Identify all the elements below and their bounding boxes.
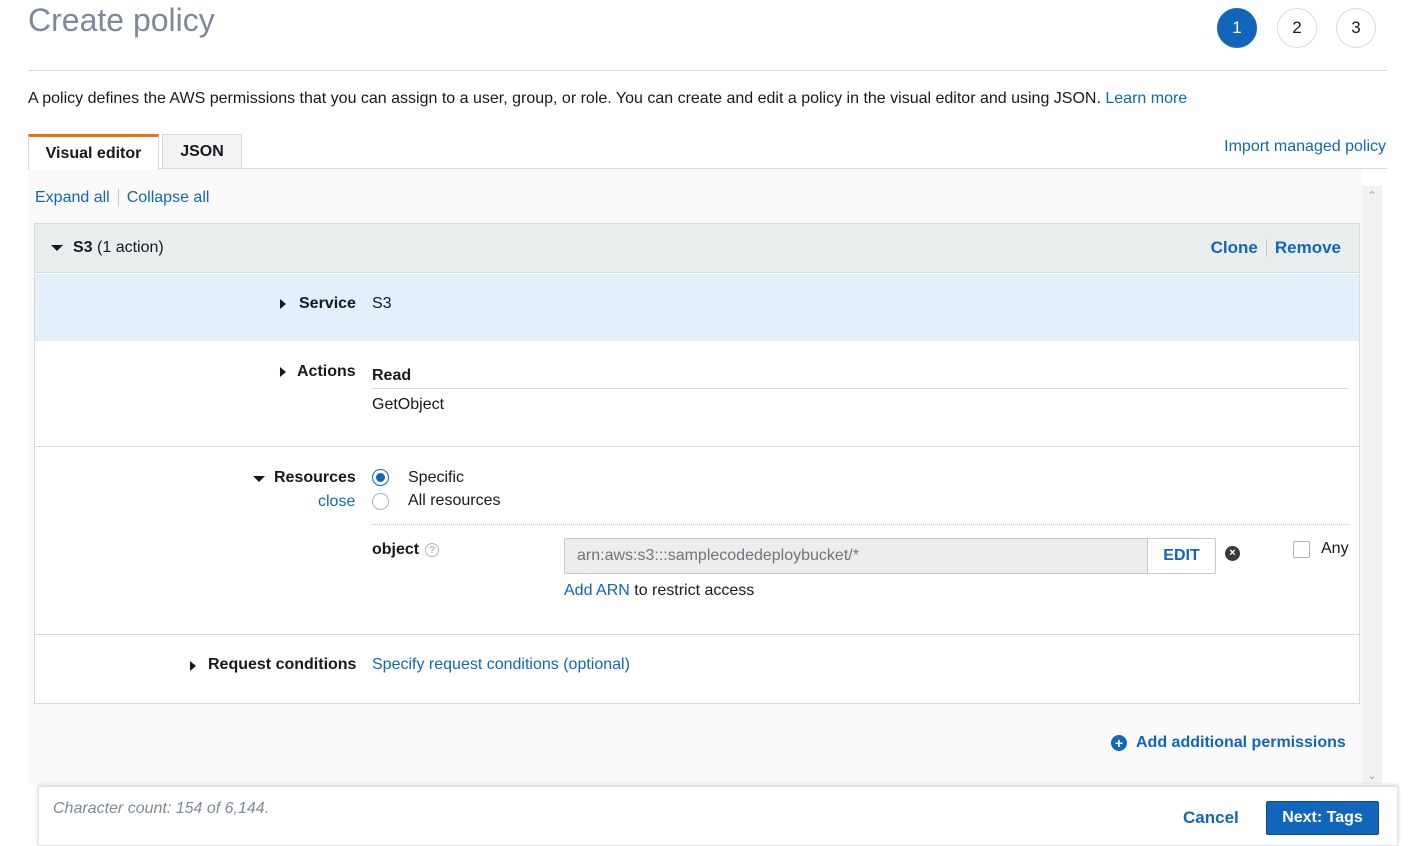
access-level-divider (372, 388, 1348, 389)
service-label[interactable]: Service (299, 295, 356, 313)
caret-down-icon[interactable] (51, 245, 63, 251)
wizard-step-1[interactable]: 1 (1217, 8, 1257, 48)
block-actions: Clone Remove (1211, 238, 1341, 258)
row-divider (35, 634, 1359, 635)
add-arn-row: Add ARN to restrict access (564, 582, 754, 600)
arn-value: arn:aws:s3:::samplecodedeploybucket/* (577, 547, 859, 564)
resource-type: object ? (372, 541, 440, 559)
description-text: A policy defines the AWS permissions tha… (28, 90, 1101, 107)
arn-field: arn:aws:s3:::samplecodedeploybucket/* ED… (564, 538, 1216, 574)
separator (117, 189, 119, 207)
permission-block-title: S3 (1 action) (73, 239, 164, 257)
caret-down-icon[interactable] (253, 476, 265, 482)
import-managed-policy-link[interactable]: Import managed policy (1224, 138, 1386, 156)
edit-arn-button[interactable]: EDIT (1147, 539, 1215, 573)
radio-specific-label[interactable]: Specific (408, 469, 464, 487)
add-arn-link[interactable]: Add ARN (564, 582, 630, 599)
collapse-all-link[interactable]: Collapse all (127, 189, 210, 207)
wizard-step-3[interactable]: 3 (1336, 8, 1376, 48)
action-count: (1 action) (97, 239, 164, 256)
wizard-step-2[interactable]: 2 (1277, 8, 1317, 48)
resource-type-label: object (372, 541, 420, 558)
permission-block-header[interactable]: S3 (1 action) Clone Remove (35, 224, 1359, 273)
tab-visual-editor[interactable]: Visual editor (28, 134, 159, 170)
caret-right-icon[interactable] (280, 367, 286, 377)
radio-all-resources[interactable] (372, 493, 389, 510)
expand-collapse-toolbar: Expand all Collapse all (35, 189, 209, 207)
add-permissions-label[interactable]: Add additional permissions (1136, 734, 1346, 752)
resources-divider (372, 524, 1348, 525)
character-count: Character count: 154 of 6,144. (53, 800, 270, 817)
access-level-heading: Read (372, 367, 412, 384)
header-divider (28, 70, 1387, 71)
learn-more-link[interactable]: Learn more (1105, 90, 1187, 107)
next-tags-button[interactable]: Next: Tags (1266, 801, 1379, 835)
policy-description: A policy defines the AWS permissions tha… (28, 90, 1187, 108)
add-permissions-button[interactable]: + Add additional permissions (1111, 734, 1346, 752)
restrict-access-text: to restrict access (634, 582, 755, 599)
radio-specific[interactable] (372, 469, 389, 486)
scroll-up-icon[interactable]: ⌃ (1362, 186, 1382, 204)
radio-all-resources-label[interactable]: All resources (408, 492, 500, 510)
service-value: S3 (372, 295, 392, 312)
plus-circle-icon[interactable]: + (1111, 735, 1127, 751)
any-checkbox-label[interactable]: Any (1321, 540, 1349, 558)
separator (1265, 239, 1267, 257)
expand-all-link[interactable]: Expand all (35, 189, 110, 207)
scroll-down-icon[interactable]: ⌄ (1362, 766, 1382, 784)
row-divider (35, 446, 1359, 447)
clone-link[interactable]: Clone (1211, 238, 1258, 258)
tab-json[interactable]: JSON (162, 134, 242, 169)
resources-label[interactable]: Resources (274, 469, 356, 487)
resources-close-link[interactable]: close (318, 493, 355, 511)
any-checkbox[interactable] (1293, 541, 1310, 558)
actions-label[interactable]: Actions (297, 363, 356, 381)
page-title: Create policy (28, 2, 215, 38)
scrollbar[interactable]: ⌃ ⌄ (1362, 186, 1382, 784)
remove-link[interactable]: Remove (1275, 238, 1341, 258)
cancel-button[interactable]: Cancel (1183, 808, 1239, 828)
service-name: S3 (73, 239, 93, 256)
caret-right-icon[interactable] (190, 661, 196, 671)
caret-right-icon[interactable] (280, 299, 286, 309)
help-icon[interactable]: ? (425, 543, 440, 557)
specify-conditions-link[interactable]: Specify request conditions (optional) (372, 656, 630, 674)
action-item: GetObject (372, 396, 445, 413)
service-row[interactable] (35, 274, 1359, 341)
request-conditions-label[interactable]: Request conditions (208, 656, 356, 674)
remove-arn-icon[interactable]: × (1225, 546, 1240, 561)
